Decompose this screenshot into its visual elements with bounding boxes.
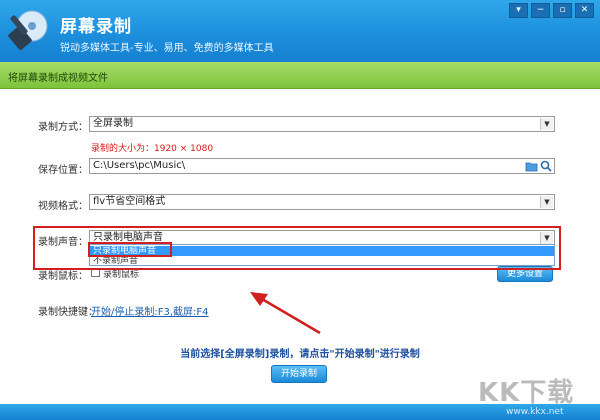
video-format-label: 视频格式：	[38, 201, 88, 212]
menu-dropdown-button[interactable]: ▾	[509, 3, 528, 18]
video-format-select[interactable]: flv节省空间格式 ▼	[89, 194, 555, 210]
title-bar: 屏幕录制 锐动多媒体工具-专业、易用、免费的多媒体工具 ▾ − ▫ ✕	[0, 0, 600, 62]
hotkey-link[interactable]: 开始/停止录制:F3,截屏:F4	[91, 303, 209, 318]
app-title: 屏幕录制	[60, 17, 132, 37]
watermark-logo: KK下载	[478, 378, 575, 408]
video-format-value: flv节省空间格式	[93, 196, 166, 207]
highlight-box-inner	[88, 242, 172, 257]
chevron-down-icon[interactable]: ▼	[540, 196, 553, 208]
watermark-url: www.kkx.net	[506, 407, 564, 417]
status-message: 当前选择[全屏录制]录制，请点击"开始录制"进行录制	[180, 349, 420, 360]
start-recording-button[interactable]: 开始录制	[271, 365, 327, 383]
app-subtitle: 锐动多媒体工具-专业、易用、免费的多媒体工具	[60, 43, 274, 54]
folder-icon[interactable]	[525, 160, 538, 172]
close-button[interactable]: ✕	[575, 3, 594, 18]
save-location-value: C:\Users\pc\Music\	[93, 160, 186, 171]
banner: 将屏幕录制成视频文件	[0, 62, 600, 89]
search-icon[interactable]	[540, 160, 552, 172]
app-logo-icon	[8, 10, 48, 50]
mode-select[interactable]: 全屏录制 ▼	[89, 116, 555, 132]
mode-label: 录制方式：	[38, 122, 88, 133]
mode-select-value: 全屏录制	[93, 118, 133, 129]
size-hint: 录制的大小为：1920 × 1080	[91, 144, 214, 154]
save-location-label: 保存位置：	[38, 165, 88, 176]
maximize-button[interactable]: ▫	[553, 3, 572, 18]
path-icons	[525, 160, 552, 172]
chevron-down-icon[interactable]: ▼	[540, 118, 553, 130]
banner-text: 将屏幕录制成视频文件	[8, 73, 108, 84]
minimize-button[interactable]: −	[531, 3, 550, 18]
save-location-input[interactable]: C:\Users\pc\Music\	[89, 158, 555, 174]
hotkey-label: 录制快捷键：	[38, 307, 98, 318]
window-controls: ▾ − ▫ ✕	[509, 3, 594, 18]
